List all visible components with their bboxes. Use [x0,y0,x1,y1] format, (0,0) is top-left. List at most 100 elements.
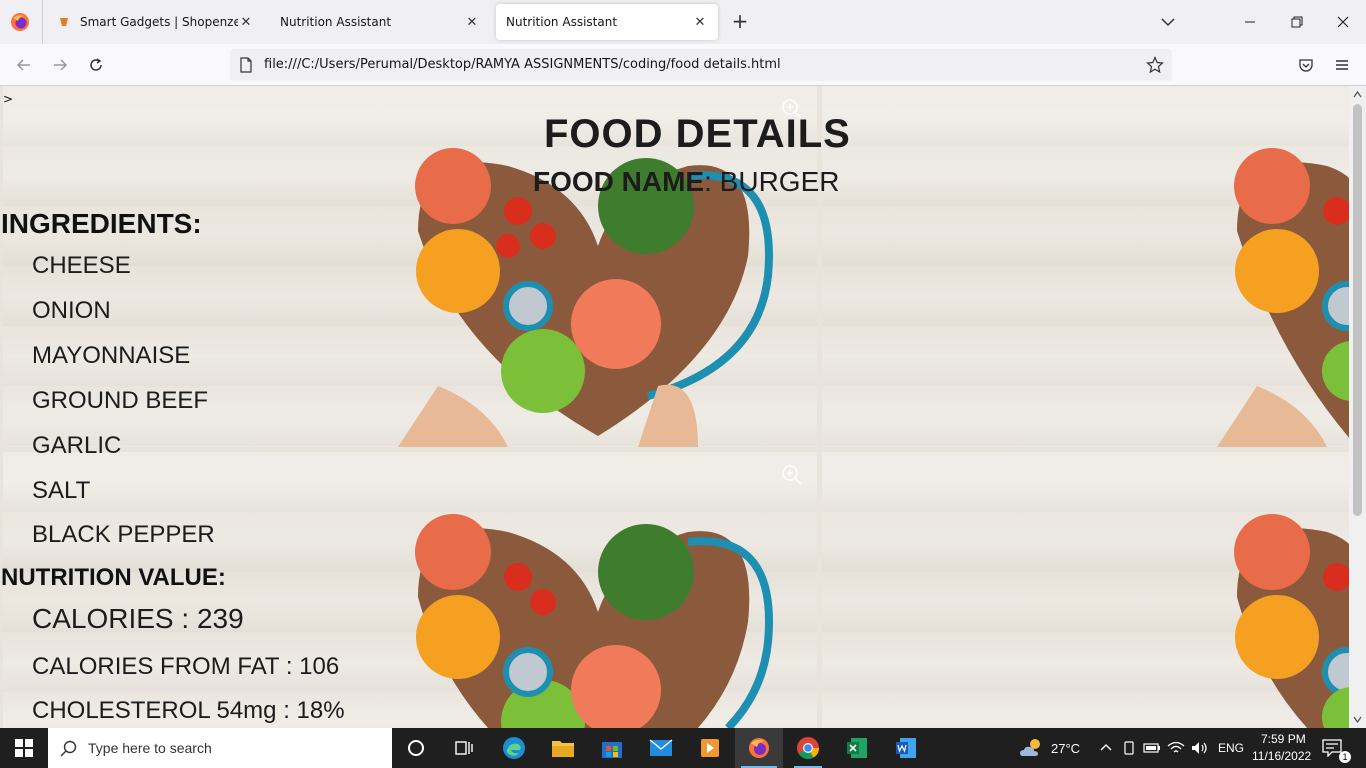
tab-title: Nutrition Assistant [280,15,392,29]
battery-icon [1143,743,1160,753]
tab-nutrition-assistant-2[interactable]: Nutrition Assistant ✕ [496,4,718,40]
cortana-circle-icon [408,740,424,756]
list-item: MAYONNAISE [32,342,191,369]
show-hidden-icons-button[interactable] [1096,738,1116,758]
speaker-icon [1192,742,1207,754]
task-view-button[interactable] [440,728,488,768]
bookmark-star-icon[interactable] [1146,56,1164,74]
scrollbar-thumb[interactable] [1353,104,1362,516]
windows-taskbar: Type here to search 27°C ENG 7:59 PM 11/… [0,728,1366,768]
background-image-tile [822,452,1349,728]
nutrition-heading: NUTRITION VALUE: [1,564,226,591]
shop-favicon-icon [60,18,68,26]
tab-smart-gadgets[interactable]: Smart Gadgets | Shopenzer, Inc. ✕ [48,4,264,40]
stray-caret-text: > [3,92,14,106]
pocket-button[interactable] [1294,53,1318,77]
microsoft-store-taskbar-app[interactable] [588,728,636,768]
wifi-icon [1167,741,1185,753]
food-name-value: : BURGER [704,166,840,197]
search-icon [60,740,77,757]
store-icon [602,742,622,758]
weather-temperature[interactable]: 27°C [1051,741,1080,756]
minimize-icon [1245,21,1255,23]
list-item: CALORIES : 239 [32,603,244,634]
task-view-icon [455,741,473,755]
scroll-down-icon[interactable] [1353,715,1362,724]
list-item: CALORIES FROM FAT : 106 [32,653,340,680]
reload-button[interactable] [84,53,108,77]
file-explorer-taskbar-app[interactable] [539,728,587,768]
volume-button[interactable] [1190,738,1210,758]
vertical-scrollbar[interactable] [1349,86,1366,728]
tray-app-button[interactable] [1119,738,1139,758]
minimize-button[interactable] [1238,10,1262,34]
new-tab-button[interactable]: + [728,10,752,34]
windows-logo-icon [15,739,33,757]
edge-icon [503,737,525,759]
chevron-up-icon [1100,744,1112,751]
page-content: > FOOD DETAILS FOOD NAME: BURGER INGREDI… [0,86,1349,728]
url-text[interactable]: file:///C:/Users/Perumal/Desktop/RAMYA A… [264,57,781,72]
chrome-icon [797,737,819,759]
tab-nutrition-assistant-1[interactable]: Nutrition Assistant ✕ [270,4,490,40]
wifi-button[interactable] [1166,738,1186,758]
mail-icon [649,739,673,756]
page-icon [240,57,252,73]
edge-taskbar-app[interactable] [490,728,538,768]
navigation-toolbar: file:///C:/Users/Perumal/Desktop/RAMYA A… [0,44,1366,86]
list-item: BLACK PEPPER [32,521,215,548]
search-placeholder: Type here to search [88,740,212,756]
zoom-in-icon[interactable] [781,464,803,486]
chevron-down-icon[interactable] [1158,12,1178,32]
restore-button[interactable] [1285,10,1309,34]
tab-separator [42,0,43,44]
chrome-taskbar-app[interactable] [784,728,832,768]
back-button[interactable] [12,53,36,77]
close-tab-icon[interactable]: ✕ [238,14,254,30]
cortana-button[interactable] [392,728,440,768]
battery-button[interactable] [1142,738,1162,758]
back-arrow-icon [16,59,30,71]
hamburger-menu-icon [1336,60,1348,70]
forward-button[interactable] [48,53,72,77]
close-tab-icon[interactable]: ✕ [464,14,480,30]
list-item: ONION [32,297,111,324]
reload-icon [90,58,102,71]
partly-cloudy-icon [1020,739,1040,756]
video-player-icon [701,739,719,757]
media-player-taskbar-app[interactable] [686,728,734,768]
scroll-up-icon[interactable] [1353,90,1362,99]
close-window-button[interactable] [1331,10,1355,34]
fruit-heart-bowl-image [1234,514,1349,728]
folder-icon [552,741,574,757]
app-menu-button[interactable] [1330,53,1354,77]
word-taskbar-app[interactable] [882,728,930,768]
excel-taskbar-app[interactable] [833,728,881,768]
page-title: FOOD DETAILS [544,112,851,156]
language-indicator[interactable]: ENG [1218,741,1244,755]
forward-arrow-icon [54,59,68,71]
fruit-heart-bowl-image [1217,148,1349,447]
mail-taskbar-app[interactable] [637,728,685,768]
tab-title: Smart Gadgets | Shopenzer, Inc. [80,15,238,29]
device-icon [1124,741,1134,755]
tab-strip: Smart Gadgets | Shopenzer, Inc. ✕ Nutrit… [0,0,1366,44]
firefox-taskbar-app[interactable] [735,728,783,768]
background-image-tile [822,86,1349,447]
list-item: CHOLESTEROL 54mg : 18% [32,697,345,724]
weather-widget[interactable] [1018,736,1046,760]
close-tab-icon[interactable]: ✕ [692,14,708,30]
food-name-label: FOOD NAME [533,166,705,197]
firefox-menu-icon[interactable] [10,12,30,32]
list-item: SALT [32,477,91,504]
address-bar[interactable]: file:///C:/Users/Perumal/Desktop/RAMYA A… [230,49,1172,81]
fruit-heart-bowl-image [415,514,773,728]
word-icon [896,738,916,758]
list-item: CHEESE [32,252,131,279]
notification-badge: 1 [1339,751,1351,763]
clock-date[interactable]: 11/16/2022 [1252,749,1311,763]
list-item: GROUND BEEF [32,387,209,414]
clock-time[interactable]: 7:59 PM [1261,732,1306,746]
start-button[interactable] [0,728,48,768]
taskbar-search-box[interactable]: Type here to search [48,728,392,768]
